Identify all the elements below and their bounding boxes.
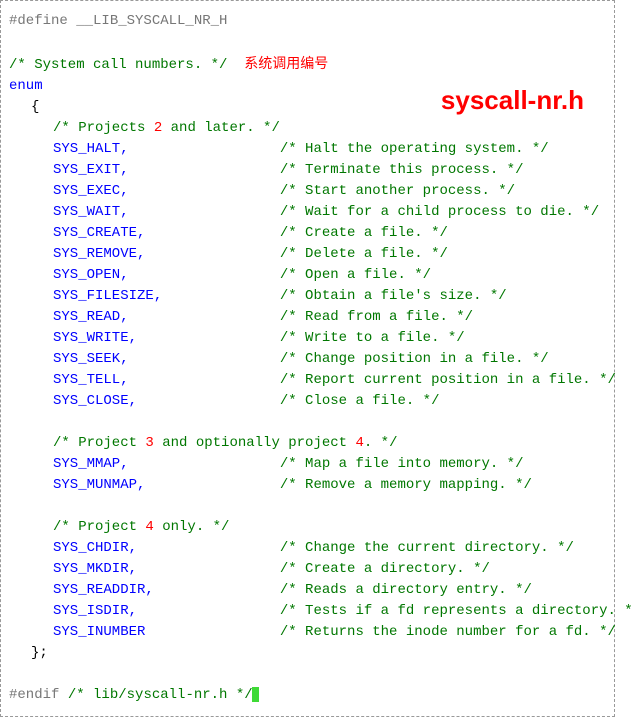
enum-comment: /* Open a file. */	[280, 267, 431, 283]
group2-comment: /* Project 3 and optionally project 4. *…	[9, 433, 606, 454]
enum-name: SYS_EXEC,	[53, 183, 280, 199]
enum-name: SYS_WRITE,	[53, 330, 280, 346]
enum-name: SYS_HALT,	[53, 141, 280, 157]
enum-entry: SYS_MKDIR, /* Create a directory. */	[9, 559, 606, 580]
brace-open: {	[31, 99, 39, 115]
enum-entry: SYS_MUNMAP, /* Remove a memory mapping. …	[9, 475, 606, 496]
brace-close: };	[31, 645, 48, 661]
enum-comment: /* Report current position in a file. */	[280, 372, 616, 388]
enum-keyword: enum	[9, 78, 43, 94]
enum-entry: SYS_SEEK, /* Change position in a file. …	[9, 349, 606, 370]
zh-annotation: 系统调用编号	[244, 55, 328, 71]
enum-name: SYS_CLOSE,	[53, 393, 280, 409]
pp-define: #define __LIB_SYSCALL_NR_H	[9, 13, 227, 29]
enum-comment: /* Wait for a child process to die. */	[280, 204, 599, 220]
enum-entry: SYS_HALT, /* Halt the operating system. …	[9, 139, 606, 160]
enum-comment: /* Change the current directory. */	[280, 540, 574, 556]
enum-entry: SYS_CREATE, /* Create a file. */	[9, 223, 606, 244]
code-block: syscall-nr.h #define __LIB_SYSCALL_NR_H …	[0, 0, 615, 717]
enum-entry: SYS_EXIT, /* Terminate this process. */	[9, 160, 606, 181]
enum-name: SYS_OPEN,	[53, 267, 280, 283]
blank-line	[9, 412, 606, 433]
enum-entry: SYS_INUMBER /* Returns the inode number …	[9, 622, 606, 643]
enum-comment: /* Create a file. */	[280, 225, 448, 241]
enum-name: SYS_FILESIZE,	[53, 288, 280, 304]
enum-entry: SYS_WRITE, /* Write to a file. */	[9, 328, 606, 349]
enum-name: SYS_MMAP,	[53, 456, 280, 472]
enum-entry: SYS_READDIR, /* Reads a directory entry.…	[9, 580, 606, 601]
enum-name: SYS_READ,	[53, 309, 280, 325]
enum-comment: /* Reads a directory entry. */	[280, 582, 532, 598]
enum-name: SYS_READDIR,	[53, 582, 280, 598]
endif-comment: /* lib/syscall-nr.h */	[68, 687, 253, 703]
enum-comment: /* Terminate this process. */	[280, 162, 524, 178]
group3-comment: /* Project 4 only. */	[9, 517, 606, 538]
enum-name: SYS_SEEK,	[53, 351, 280, 367]
enum-entry: SYS_READ, /* Read from a file. */	[9, 307, 606, 328]
enum-comment: /* Returns the inode number for a fd. */	[280, 624, 616, 640]
enum-name: SYS_ISDIR,	[53, 603, 280, 619]
cursor-icon	[252, 687, 259, 702]
enum-comment: /* Create a directory. */	[280, 561, 490, 577]
enum-entry: SYS_ISDIR, /* Tests if a fd represents a…	[9, 601, 606, 622]
enum-entry: SYS_FILESIZE, /* Obtain a file's size. *…	[9, 286, 606, 307]
header-comment-line: /* System call numbers. */ 系统调用编号	[9, 53, 606, 76]
enum-name: SYS_REMOVE,	[53, 246, 280, 262]
enum-comment: /* Read from a file. */	[280, 309, 473, 325]
enum-entry: SYS_MMAP, /* Map a file into memory. */	[9, 454, 606, 475]
brace-close-line: };	[9, 643, 606, 664]
group1-comment: /* Projects 2 and later. */	[9, 118, 606, 139]
enum-entry: SYS_CHDIR, /* Change the current directo…	[9, 538, 606, 559]
blank-line	[9, 496, 606, 517]
enum-entry: SYS_REMOVE, /* Delete a file. */	[9, 244, 606, 265]
enum-comment: /* Close a file. */	[280, 393, 440, 409]
file-title-overlay: syscall-nr.h	[441, 81, 584, 120]
blank-line	[9, 664, 606, 685]
enum-entry: SYS_OPEN, /* Open a file. */	[9, 265, 606, 286]
enum-comment: /* Write to a file. */	[280, 330, 465, 346]
enum-name: SYS_EXIT,	[53, 162, 280, 178]
enum-name: SYS_CHDIR,	[53, 540, 280, 556]
endif-line: #endif /* lib/syscall-nr.h */	[9, 685, 606, 706]
define-line: #define __LIB_SYSCALL_NR_H	[9, 11, 606, 32]
enum-comment: /* Delete a file. */	[280, 246, 448, 262]
enum-name: SYS_TELL,	[53, 372, 280, 388]
pp-endif: #endif	[9, 687, 59, 703]
enum-entry: SYS_EXEC, /* Start another process. */	[9, 181, 606, 202]
enum-comment: /* Map a file into memory. */	[280, 456, 524, 472]
enum-entry: SYS_WAIT, /* Wait for a child process to…	[9, 202, 606, 223]
enum-comment: /* Start another process. */	[280, 183, 515, 199]
enum-entry: SYS_TELL, /* Report current position in …	[9, 370, 606, 391]
enum-comment: /* Obtain a file's size. */	[280, 288, 507, 304]
enum-name: SYS_INUMBER	[53, 624, 280, 640]
enum-name: SYS_CREATE,	[53, 225, 280, 241]
blank-line	[9, 32, 606, 53]
enum-comment: /* Tests if a fd represents a directory.…	[280, 603, 633, 619]
enum-entry: SYS_CLOSE, /* Close a file. */	[9, 391, 606, 412]
enum-name: SYS_MKDIR,	[53, 561, 280, 577]
enum-comment: /* Halt the operating system. */	[280, 141, 549, 157]
enum-name: SYS_MUNMAP,	[53, 477, 280, 493]
enum-name: SYS_WAIT,	[53, 204, 280, 220]
header-comment: /* System call numbers. */	[9, 57, 227, 73]
enum-comment: /* Change position in a file. */	[280, 351, 549, 367]
enum-comment: /* Remove a memory mapping. */	[280, 477, 532, 493]
